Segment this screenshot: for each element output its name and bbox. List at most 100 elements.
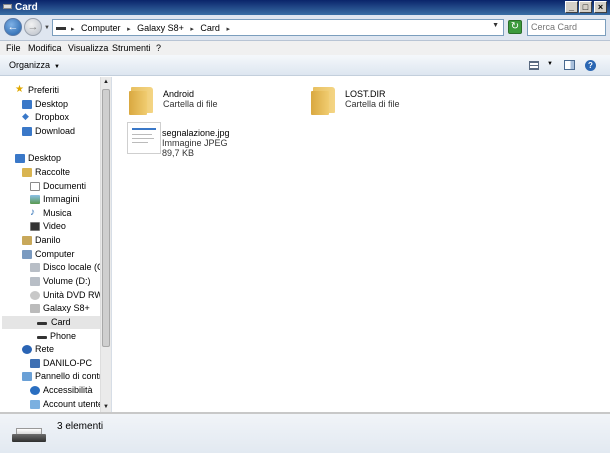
- download-icon: [22, 127, 32, 136]
- nav-label: Desktop: [28, 153, 62, 163]
- help-icon[interactable]: ?: [585, 60, 596, 71]
- nav-label: Unità DVD RW (E: [43, 290, 100, 300]
- organize-label: Organizza: [9, 60, 51, 70]
- nav-card[interactable]: Card: [2, 316, 100, 329]
- nav-label: Accessibilità: [43, 385, 93, 395]
- menu-bar: File Modifica Visualizza Strumenti ?: [0, 41, 610, 55]
- nav-label: DANILO-PC: [43, 358, 93, 368]
- dvd-drive-icon: [30, 291, 40, 300]
- forward-arrow-icon: →: [27, 21, 39, 33]
- view-dropdown-icon[interactable]: ▼: [547, 61, 553, 67]
- close-button[interactable]: ×: [594, 1, 607, 13]
- back-arrow-icon: ←: [7, 21, 19, 33]
- user-folder-icon: [22, 236, 32, 245]
- nav-label: Computer: [35, 249, 75, 259]
- star-icon: ★: [15, 84, 24, 95]
- search-box[interactable]: [527, 19, 606, 36]
- window-title: Card: [15, 2, 38, 13]
- file-name: segnalazione.jpg: [162, 128, 230, 138]
- back-button[interactable]: ←: [4, 18, 22, 36]
- music-icon: ♪: [30, 207, 35, 218]
- folder-icon: [309, 83, 341, 115]
- command-bar: Organizza ▼ ▼ ?: [0, 55, 610, 76]
- chevron-down-icon: ▼: [54, 64, 60, 70]
- phone-icon: [30, 304, 40, 313]
- desktop-icon: [22, 100, 32, 109]
- folder-icon: [127, 83, 159, 115]
- change-view-icon[interactable]: [529, 61, 539, 70]
- chevron-right-icon[interactable]: ▸: [127, 26, 131, 33]
- organize-button[interactable]: Organizza ▼: [9, 59, 60, 73]
- control-panel-icon: [22, 372, 32, 381]
- breadcrumb: ▸ Computer ▸ Galaxy S8+ ▸ Card ▸: [71, 22, 234, 36]
- status-bar: 3 elementi: [0, 414, 610, 453]
- file-type: Cartella di file: [163, 99, 218, 109]
- refresh-button[interactable]: ↻: [508, 20, 522, 34]
- breadcrumb-galaxy[interactable]: Galaxy S8+: [137, 23, 184, 33]
- nav-label: Card: [51, 317, 71, 327]
- nav-label: Immagini: [43, 194, 80, 204]
- file-list: Android Cartella di file LOST.DIR Cartel…: [112, 77, 610, 412]
- menu-file[interactable]: File: [6, 42, 21, 54]
- menu-tools[interactable]: Strumenti: [112, 42, 151, 54]
- file-name: Android: [163, 89, 195, 99]
- address-toolbar: ← → ▼ ▸ Computer ▸ Galaxy S8+ ▸ Card ▸ ▼…: [0, 15, 610, 41]
- scroll-thumb[interactable]: [102, 89, 110, 347]
- menu-help[interactable]: ?: [156, 42, 161, 54]
- nav-label: Galaxy S8+: [43, 303, 90, 313]
- nav-label: Phone: [50, 331, 77, 341]
- nav-scrollbar[interactable]: ▲ ▼: [100, 77, 111, 412]
- title-bar: Card _ □ ×: [0, 0, 610, 15]
- nav-label: Video: [43, 221, 66, 231]
- breadcrumb-computer[interactable]: Computer: [81, 23, 121, 33]
- file-size: 89,7 KB: [162, 148, 195, 158]
- network-icon: [22, 345, 32, 354]
- forward-button[interactable]: →: [24, 18, 42, 36]
- minimize-button[interactable]: _: [565, 1, 578, 13]
- desktop-icon: [15, 154, 25, 163]
- address-bar[interactable]: ▸ Computer ▸ Galaxy S8+ ▸ Card ▸ ▼: [52, 19, 504, 36]
- computer-icon: [22, 250, 32, 259]
- video-icon: [30, 222, 40, 231]
- drive-icon: [56, 27, 66, 30]
- nav-label: Documenti: [43, 181, 87, 191]
- nav-label: Raccolte: [35, 167, 71, 177]
- document-icon: [30, 182, 40, 191]
- file-item-android[interactable]: Android Cartella di file: [127, 83, 287, 121]
- nav-label: Disco locale (C:): [43, 262, 100, 272]
- file-item-segnalazione[interactable]: segnalazione.jpg Immagine JPEG 89,7 KB: [126, 122, 286, 160]
- nav-label: Musica: [43, 208, 72, 218]
- navigation-pane: ★ Preferiti Desktop ◆ Dropbox Download Des…: [0, 77, 100, 412]
- chevron-right-icon[interactable]: ▸: [226, 26, 230, 33]
- nav-label: Volume (D:): [43, 276, 91, 286]
- file-type: Immagine JPEG: [162, 138, 228, 148]
- hard-drive-icon: [30, 263, 40, 272]
- preview-pane-icon[interactable]: [564, 60, 575, 70]
- scroll-down-icon[interactable]: ▼: [101, 402, 111, 412]
- menu-edit[interactable]: Modifica: [28, 42, 62, 54]
- card-icon: [37, 322, 47, 325]
- card-drive-icon: [12, 428, 46, 442]
- library-icon: [22, 168, 32, 177]
- chevron-right-icon[interactable]: ▸: [190, 26, 194, 33]
- maximize-button[interactable]: □: [579, 1, 592, 13]
- address-history-dropdown[interactable]: ▼: [492, 22, 499, 29]
- item-count: 3 elementi: [57, 421, 104, 432]
- image-icon: [30, 195, 40, 204]
- chevron-right-icon[interactable]: ▸: [71, 26, 75, 33]
- breadcrumb-card[interactable]: Card: [200, 23, 220, 33]
- nav-label: Preferiti: [28, 85, 60, 95]
- file-item-lost-dir[interactable]: LOST.DIR Cartella di file: [309, 83, 469, 121]
- accessibility-icon: [30, 386, 40, 395]
- search-input[interactable]: [528, 20, 598, 34]
- pc-icon: [30, 359, 40, 368]
- scroll-up-icon[interactable]: ▲: [101, 77, 111, 87]
- file-type: Cartella di file: [345, 99, 400, 109]
- nav-label: Download: [35, 126, 76, 136]
- menu-view[interactable]: Visualizza: [68, 42, 108, 54]
- window-drive-icon: [3, 4, 12, 9]
- user-accounts-icon: [30, 400, 40, 409]
- nav-label: Desktop: [35, 99, 69, 109]
- recent-pages-dropdown[interactable]: ▼: [44, 25, 50, 31]
- dropbox-icon: ◆: [22, 111, 29, 121]
